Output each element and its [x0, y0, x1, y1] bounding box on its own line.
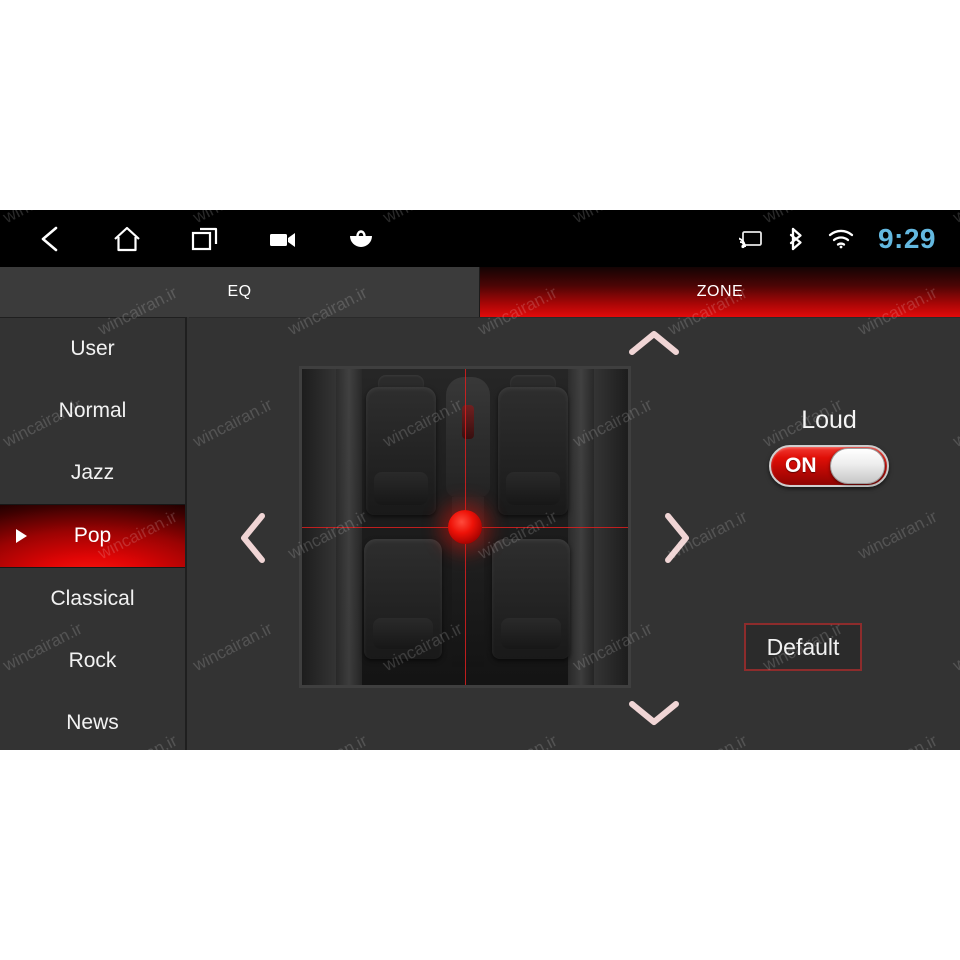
sidebar-item-normal[interactable]: Normal: [0, 380, 185, 442]
chevron-left-icon[interactable]: [235, 508, 271, 568]
zone-hotspot-marker[interactable]: [448, 510, 482, 544]
toggle-knob[interactable]: [830, 448, 885, 484]
cast-icon[interactable]: [738, 226, 764, 252]
eq-preset-label: News: [66, 711, 119, 734]
loudness-control: Loud ON: [744, 406, 914, 487]
eq-preset-label: Pop: [73, 524, 112, 547]
status-clock: 9:29: [877, 222, 936, 254]
eq-preset-label: Rock: [68, 649, 117, 672]
eq-preset-label: Normal: [58, 399, 127, 422]
eq-preset-label: User: [70, 337, 115, 360]
zone-selector[interactable]: [299, 366, 631, 688]
navigation-icon-group: [28, 210, 382, 267]
car-cabin-image[interactable]: [299, 366, 631, 688]
tab-zone[interactable]: ZONE: [480, 267, 960, 317]
gear-shifter: [462, 405, 474, 439]
sidebar-item-rock[interactable]: Rock: [0, 630, 185, 692]
seat-front-left: [366, 387, 436, 515]
seat-cushion: [501, 618, 561, 650]
loud-label: Loud: [801, 406, 857, 434]
center-console: [446, 377, 490, 497]
loud-toggle[interactable]: ON: [769, 445, 889, 487]
seat-cushion: [506, 471, 560, 505]
wifi-icon[interactable]: [828, 226, 854, 252]
tab-bar: EQ ZONE: [0, 267, 960, 317]
sidebar-item-classical[interactable]: Classical: [0, 568, 185, 630]
sidebar-item-news[interactable]: News: [0, 692, 185, 750]
system-status-group: 9:29: [738, 210, 936, 267]
seat-rear-right: [492, 539, 570, 659]
status-bar: 9:29: [0, 210, 960, 267]
tab-eq[interactable]: EQ: [0, 267, 480, 317]
content-area: User Normal Jazz Pop Classical Rock News: [0, 317, 960, 750]
chevron-down-icon[interactable]: [624, 696, 684, 730]
eq-preset-label: Classical: [50, 587, 135, 610]
zone-panel: Loud ON Default: [189, 317, 960, 750]
seat-cushion: [373, 618, 433, 650]
back-icon[interactable]: [28, 218, 70, 260]
sidebar-item-pop[interactable]: Pop: [0, 504, 185, 568]
bluetooth-icon[interactable]: [783, 226, 809, 252]
sidebar-item-user[interactable]: User: [0, 318, 185, 380]
play-triangle-icon: [16, 529, 27, 543]
eq-preset-list: User Normal Jazz Pop Classical Rock News: [0, 317, 187, 750]
sidebar-item-jazz[interactable]: Jazz: [0, 442, 185, 504]
seat-front-right: [498, 387, 568, 515]
loud-state-text: ON: [785, 454, 817, 477]
eq-preset-label: Jazz: [70, 461, 115, 484]
apps-basket-icon[interactable]: [340, 218, 382, 260]
seat-rear-left: [364, 539, 442, 659]
default-button[interactable]: Default: [744, 623, 862, 671]
recents-icon[interactable]: [184, 218, 226, 260]
home-icon[interactable]: [106, 218, 148, 260]
chevron-right-icon[interactable]: [659, 508, 695, 568]
seat-cushion: [374, 471, 428, 505]
chevron-up-icon[interactable]: [624, 326, 684, 360]
video-camera-icon[interactable]: [262, 218, 304, 260]
head-unit-screen: 9:29 EQ ZONE User Normal Jazz Pop Classi…: [0, 210, 960, 750]
